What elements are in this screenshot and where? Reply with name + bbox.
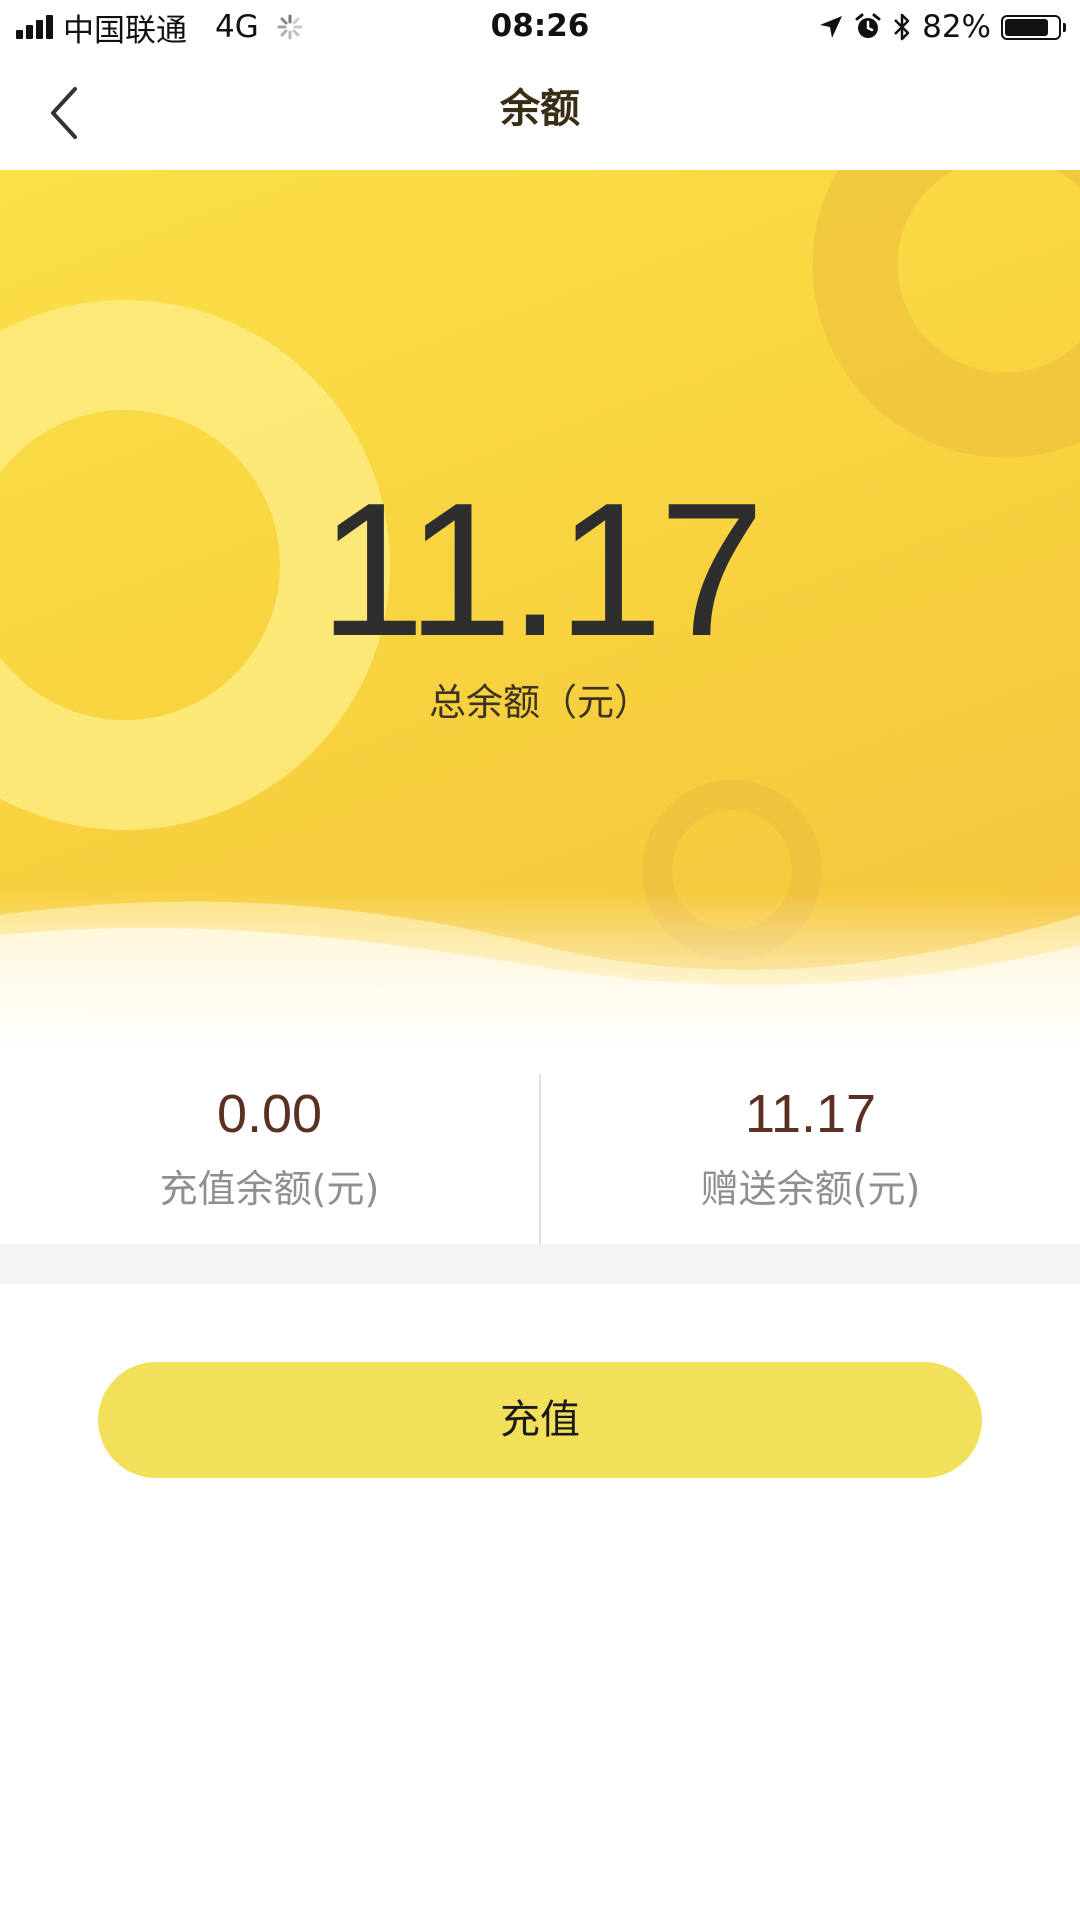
gift-balance: 11.17 赠送余额(元) (541, 1050, 1080, 1244)
balance-screen: 中国联通 4G 08:26 82% 余额 11.17 总余额（元） 0.00 充… (0, 0, 1080, 1920)
back-button[interactable] (30, 78, 100, 148)
recharge-button[interactable]: 充值 (98, 1362, 982, 1478)
nav-bar: 余额 (0, 54, 1080, 170)
balance-breakdown: 0.00 充值余额(元) 11.17 赠送余额(元) (0, 1050, 1080, 1262)
alarm-icon (855, 13, 881, 38)
chevron-left-icon (51, 87, 77, 139)
status-bar: 中国联通 4G 08:26 82% (0, 0, 1080, 54)
total-balance-amount: 11.17 (319, 464, 764, 676)
battery-level (1005, 18, 1048, 36)
gift-balance-value: 11.17 (744, 1084, 877, 1144)
location-arrow-icon (820, 16, 843, 38)
recharge-balance: 0.00 充值余额(元) (0, 1050, 539, 1244)
recharge-balance-value: 0.00 (216, 1084, 323, 1144)
status-right: 82% (818, 8, 1066, 46)
battery-percent: 82% (922, 9, 991, 45)
section-separator (0, 1244, 1080, 1284)
battery-icon (1001, 14, 1066, 40)
gift-balance-label: 赠送余额(元) (700, 1167, 921, 1211)
recharge-balance-label: 充值余额(元) (159, 1167, 380, 1211)
bluetooth-icon (894, 13, 910, 41)
page-title: 余额 (500, 86, 580, 132)
balance-hero: 11.17 总余额（元） (0, 170, 1080, 1050)
total-balance-label: 总余额（元） (429, 681, 651, 724)
